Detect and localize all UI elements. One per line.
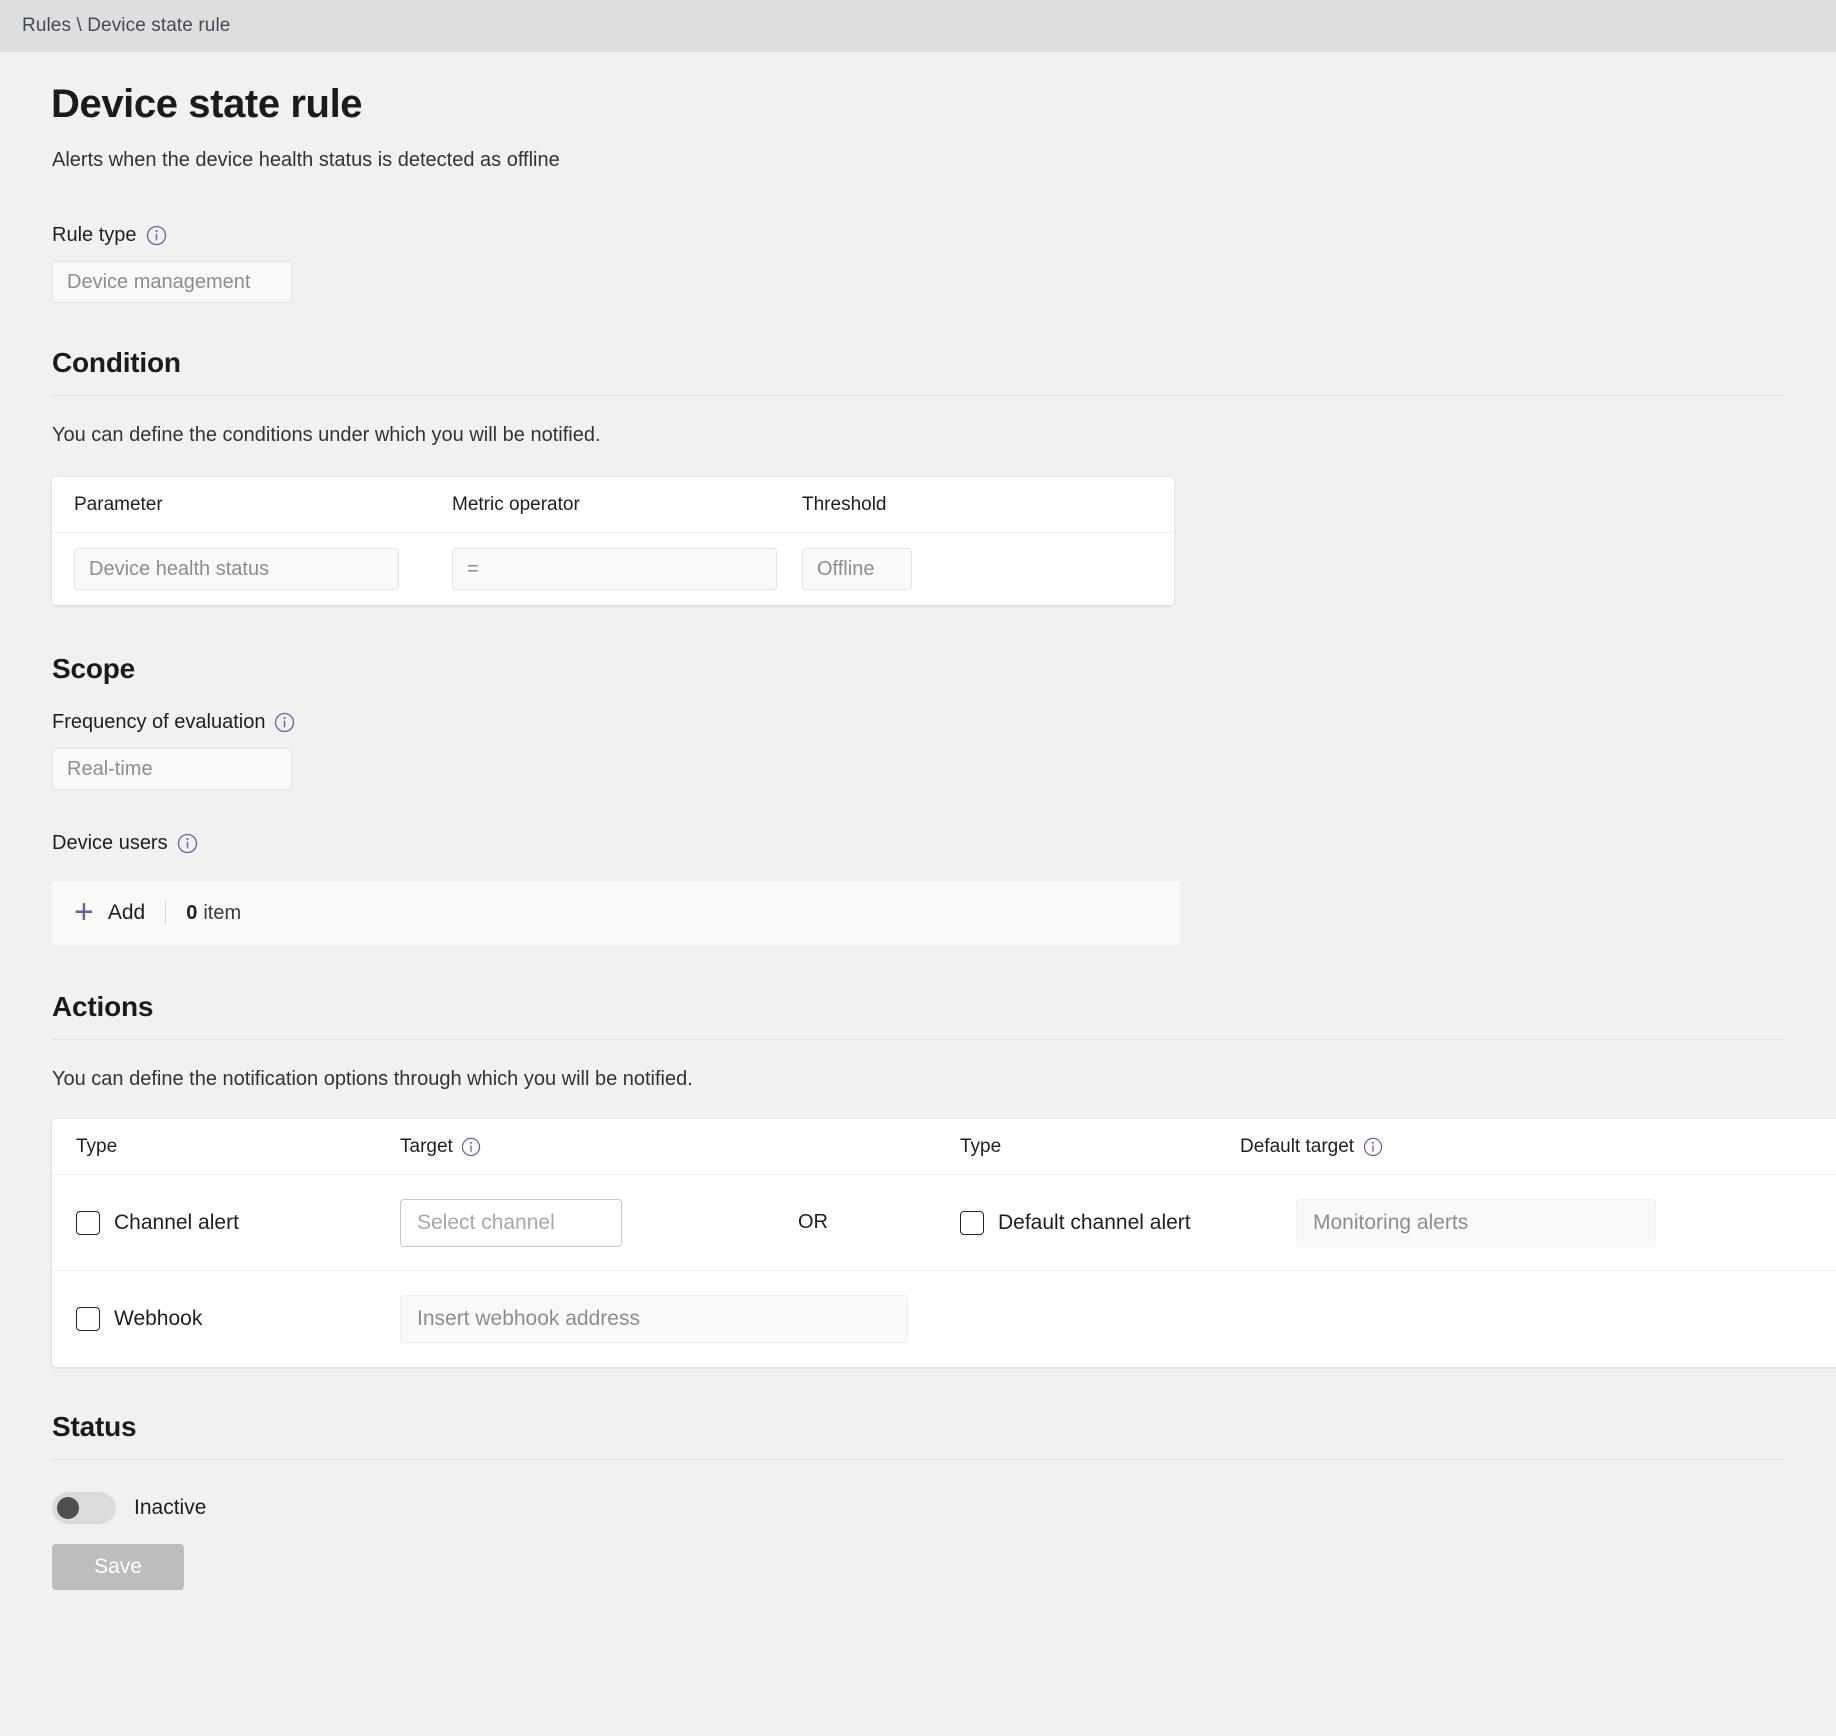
info-circle-icon[interactable] [146,225,167,246]
toggle-knob [57,1497,79,1519]
default-channel-alert-label: Default channel alert [998,1210,1191,1234]
scope-heading: Scope [52,653,136,684]
channel-alert-checkbox-item[interactable]: Channel alert [76,1210,400,1235]
device-users-count: 0 [186,901,198,924]
device-users-label: Device users [52,832,1836,855]
webhook-checkbox[interactable] [76,1307,100,1331]
page-title: Device state rule [51,82,363,126]
condition-table-header: Parameter Metric operator Threshold [52,477,1174,533]
column-header-default-target: Default target [1240,1136,1560,1158]
actions-table-header: Type Target Type Default target [52,1119,1836,1175]
status-toggle-row: Inactive [52,1492,1836,1524]
rule-type-label-text: Rule type [52,224,137,246]
default-target-value: Monitoring alerts [1313,1210,1469,1234]
column-header-default-target-text: Default target [1240,1135,1355,1157]
webhook-label: Webhook [114,1307,203,1330]
webhook-address-input[interactable]: Insert webhook address [400,1295,908,1343]
frequency-value: Real-time [67,757,153,780]
status-toggle[interactable] [52,1492,116,1524]
channel-alert-type-cell: Channel alert [52,1210,400,1235]
divider [165,902,167,924]
channel-alert-label: Channel alert [114,1210,239,1234]
breadcrumb-link-rules[interactable]: Rules [22,15,71,36]
webhook-type-cell: Webhook [52,1307,400,1331]
save-button[interactable]: Save [52,1544,184,1590]
threshold-value: Offline [817,557,875,580]
info-circle-icon[interactable] [1362,1136,1383,1157]
actions-description: You can define the notification options … [52,1068,693,1090]
rule-type-value: Device management [67,270,251,293]
default-channel-alert-checkbox-item[interactable]: Default channel alert [960,1210,1240,1235]
condition-section: Condition You can define the conditions … [52,347,1836,605]
device-users-add-card: + Add 0 item [52,881,1180,945]
webhook-target-cell: Insert webhook address [400,1295,960,1343]
plus-icon[interactable]: + [74,895,94,929]
device-users-count-unit: item [203,901,242,924]
condition-operator-cell: = [452,548,802,590]
rule-type-field[interactable]: Device management [52,261,292,303]
status-section: Status Inactive Save [52,1411,1836,1590]
info-circle-icon[interactable] [274,712,295,733]
table-row: Device health status = Offline [52,533,1174,605]
page-content: Device state rule Alerts when the device… [0,82,1836,1590]
webhook-address-placeholder: Insert webhook address [417,1307,640,1330]
parameter-value: Device health status [89,557,270,580]
page-subtitle: Alerts when the device health status is … [52,149,560,171]
channel-alert-checkbox[interactable] [76,1210,100,1235]
condition-table-card: Parameter Metric operator Threshold Devi… [52,477,1174,605]
condition-parameter-cell: Device health status [52,548,452,590]
add-button[interactable]: Add [108,901,145,925]
default-channel-alert-type-cell: Default channel alert [960,1210,1240,1235]
or-conjunction: OR [798,1211,828,1233]
actions-divider [52,1039,1784,1040]
breadcrumb[interactable]: Rules \ Device state rule [22,15,230,37]
column-header-type: Type [76,1135,118,1157]
column-header-parameter: Parameter [74,493,163,515]
status-divider [52,1459,1784,1460]
column-header-target: Target [400,1136,960,1158]
scope-section: Scope Frequency of evaluation Real-time … [52,653,1836,945]
column-header-metric-operator: Metric operator [452,493,580,515]
condition-divider [52,395,1784,396]
breadcrumb-separator: \ [71,15,88,36]
breadcrumb-current: Device state rule [87,15,231,36]
column-header-type-2: Type [960,1135,1002,1157]
select-channel-placeholder: Select channel [417,1210,555,1234]
column-header-target-text: Target [400,1135,453,1157]
condition-threshold-cell: Offline [802,548,1062,590]
default-target-cell: Monitoring alerts [1296,1198,1656,1247]
table-row: Webhook Insert webhook address [52,1271,1836,1367]
info-circle-icon[interactable] [461,1136,482,1157]
actions-table-card: Type Target Type Default target Channel … [52,1119,1836,1367]
condition-heading: Condition [52,347,181,378]
frequency-field[interactable]: Real-time [52,748,292,790]
actions-section: Actions You can define the notification … [52,991,1836,1367]
webhook-checkbox-item[interactable]: Webhook [76,1307,400,1331]
breadcrumb-bar: Rules \ Device state rule [0,0,1836,52]
select-channel-input[interactable]: Select channel [400,1198,622,1247]
frequency-of-evaluation-label: Frequency of evaluation [52,711,1836,734]
parameter-field[interactable]: Device health status [74,548,399,590]
rule-type-label: Rule type [52,224,1836,247]
info-circle-icon[interactable] [177,833,198,854]
table-row: Channel alert Select channel OR Default … [52,1175,1836,1271]
channel-alert-target-cell: Select channel OR [400,1198,960,1247]
frequency-label-text: Frequency of evaluation [52,711,266,733]
status-heading: Status [52,1411,137,1442]
status-toggle-label: Inactive [134,1496,207,1519]
device-users-label-text: Device users [52,832,168,854]
metric-operator-field[interactable]: = [452,548,777,590]
default-channel-alert-checkbox[interactable] [960,1210,984,1235]
actions-heading: Actions [52,991,154,1022]
condition-description: You can define the conditions under whic… [52,424,601,446]
default-target-field[interactable]: Monitoring alerts [1296,1198,1656,1247]
column-header-threshold: Threshold [802,493,887,515]
metric-operator-value: = [467,557,479,580]
threshold-field[interactable]: Offline [802,548,912,590]
